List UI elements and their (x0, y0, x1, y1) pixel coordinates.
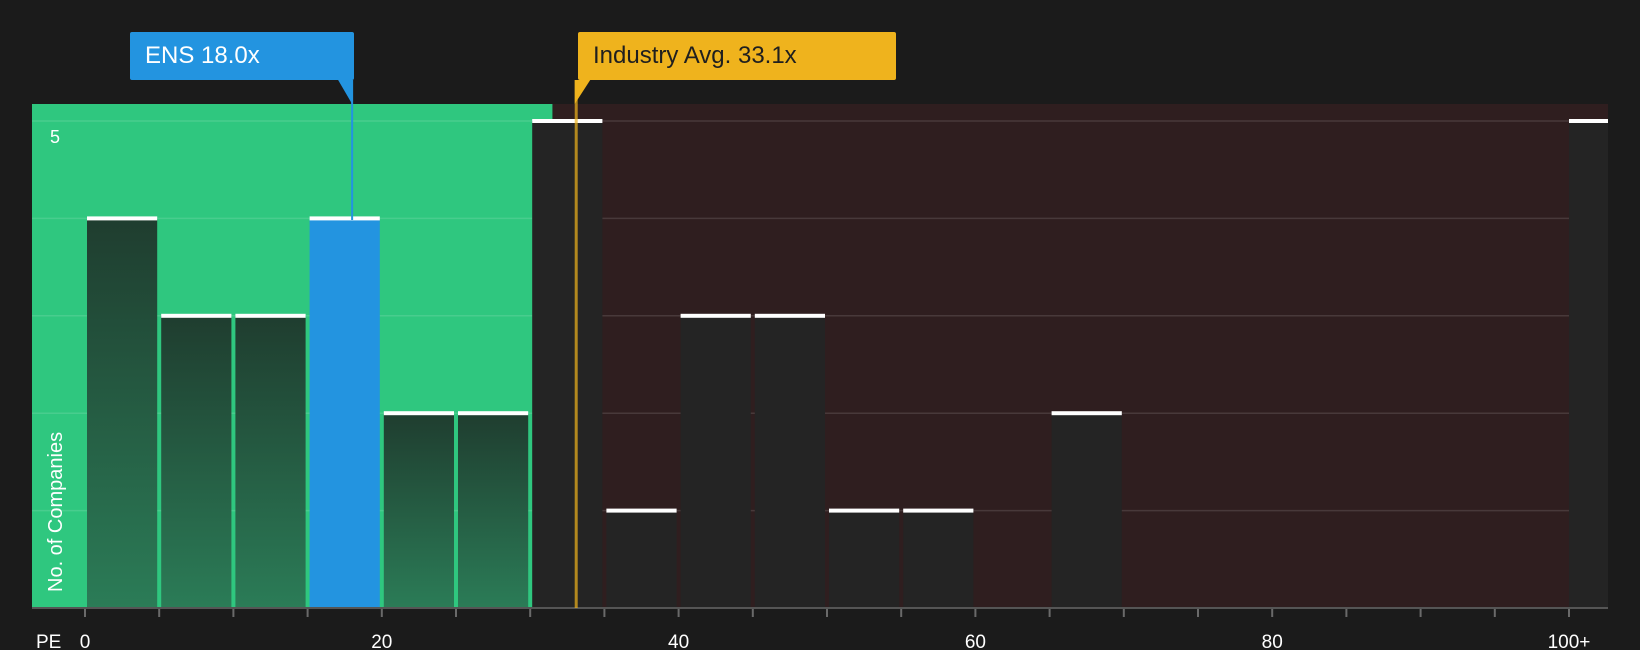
histogram-bar (680, 315, 751, 608)
bar-cap (606, 508, 677, 513)
company-callout-pointer (338, 80, 353, 104)
x-tick-label: 0 (80, 632, 91, 650)
x-tick-label: 80 (1262, 632, 1283, 650)
histogram-bar (1051, 413, 1122, 608)
x-ticks: 0 20 40 60 80 100+ (80, 608, 1591, 650)
x-tick-label: 20 (371, 632, 392, 650)
x-tick-label: 60 (965, 632, 986, 650)
bar-cap (383, 411, 454, 416)
histogram-bar (383, 413, 454, 608)
histogram-bar (87, 218, 158, 608)
pe-distribution-chart: 0 20 40 60 80 100+ No. of Companies PE 5 ENS … (0, 0, 1640, 650)
x-tick-label: 100+ (1548, 632, 1591, 650)
histogram-bar (1569, 121, 1608, 608)
bar-cap (754, 313, 825, 318)
bar-cap (1051, 411, 1122, 416)
y-axis-label: No. of Companies (45, 432, 67, 592)
histogram-bar (532, 121, 603, 608)
bar-cap (235, 313, 306, 318)
histogram-bar (903, 510, 974, 608)
histogram-svg: 0 20 40 60 80 100+ No. of Companies PE 5 (32, 80, 1609, 650)
y-tick-label: 5 (50, 127, 60, 147)
bar-cap (309, 216, 380, 221)
histogram-bar (754, 315, 825, 608)
bar-cap (829, 508, 900, 513)
histogram-bar (309, 218, 380, 608)
histogram-bar (606, 510, 677, 608)
x-tick-label: 40 (668, 632, 689, 650)
histogram-bar (829, 510, 900, 608)
histogram-bar (458, 413, 529, 608)
company-pe-callout: ENS 18.0x (130, 32, 354, 80)
bar-cap (87, 216, 158, 221)
bar-cap (680, 313, 751, 318)
bar-cap (161, 313, 232, 318)
industry-avg-callout: Industry Avg. 33.1x (578, 32, 896, 80)
bar-cap (532, 119, 603, 123)
histogram-bar (161, 315, 232, 608)
histogram-bar (235, 315, 306, 608)
bar-cap (903, 508, 974, 513)
bar-cap (1569, 119, 1608, 123)
bar-cap (458, 411, 529, 416)
x-axis-label: PE (36, 632, 61, 650)
